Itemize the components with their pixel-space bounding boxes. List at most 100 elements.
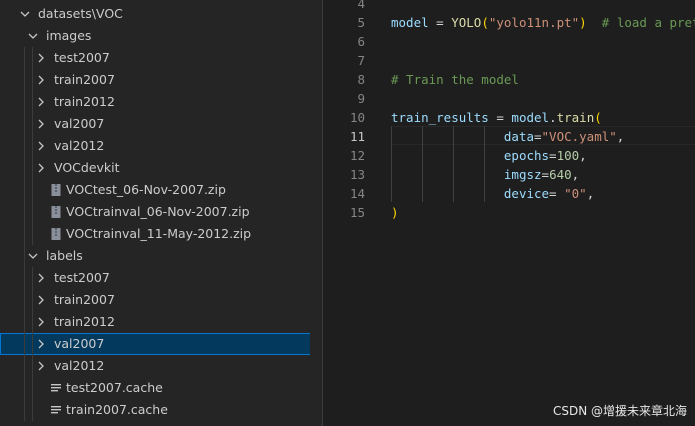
- chevron-down-icon[interactable]: [26, 249, 40, 263]
- code-token: ): [391, 205, 399, 220]
- line-number: 11: [349, 129, 365, 144]
- code-token: =: [488, 110, 512, 125]
- line-number: 13: [349, 167, 365, 182]
- tree-item-label: train2007: [54, 72, 115, 87]
- code-editor[interactable]: 4 5 model = YOLO("yolo11n.pt") # load a pr…: [323, 0, 695, 426]
- explorer-panel: datasets\VOC images test2007 train2007 train…: [0, 0, 322, 426]
- line-number: 9: [357, 91, 365, 106]
- code-token: =: [428, 15, 452, 30]
- tree-item-file[interactable]: train2007.cache: [0, 399, 322, 421]
- tree-item-folder[interactable]: labels: [0, 245, 322, 267]
- chevron-right-icon[interactable]: [34, 73, 48, 87]
- tree-item-label: VOCtrainval_06-Nov-2007.zip: [66, 204, 250, 219]
- code-token: =: [541, 167, 550, 182]
- line-number: 4: [357, 0, 365, 11]
- code-token: train: [556, 110, 595, 125]
- tree-item-file[interactable]: VOCtest_06-Nov-2007.zip: [0, 179, 322, 201]
- tree-item-folder[interactable]: train2012: [0, 311, 322, 333]
- line-number: 5: [357, 15, 365, 30]
- indent-guide: [24, 47, 25, 421]
- code-token: model: [511, 110, 550, 125]
- tree-item-folder[interactable]: val2012: [0, 355, 322, 377]
- code-token: =: [534, 129, 542, 144]
- code-line[interactable]: # Train the model: [391, 70, 519, 89]
- tree-item-folder[interactable]: VOCdevkit: [0, 157, 322, 179]
- code-token: "0": [564, 186, 587, 201]
- code-line[interactable]: ): [391, 203, 399, 222]
- panel-splitter[interactable]: [310, 0, 322, 426]
- tree-item-folder[interactable]: datasets\VOC: [0, 3, 322, 25]
- chevron-right-icon[interactable]: [34, 139, 48, 153]
- tree-item-label: images: [46, 28, 92, 43]
- tree-item-folder[interactable]: test2007: [0, 47, 322, 69]
- code-line[interactable]: data="VOC.yaml",: [391, 127, 624, 146]
- tree-item-label: train2007: [54, 292, 115, 307]
- tree-item-folder[interactable]: val2007: [0, 113, 322, 135]
- chevron-right-icon[interactable]: [34, 95, 48, 109]
- tree-item-folder[interactable]: val2007: [0, 333, 322, 355]
- code-token: # Train the model: [391, 72, 519, 87]
- code-token: 640: [549, 167, 572, 182]
- watermark: CSDN @增援未来章北海: [552, 404, 687, 418]
- line-number: 6: [357, 34, 365, 49]
- tree-item-folder[interactable]: val2012: [0, 135, 322, 157]
- zip-file-icon: [50, 183, 62, 197]
- code-line[interactable]: imgsz=640,: [391, 165, 579, 184]
- tree-item-label: train2007.cache: [66, 402, 168, 417]
- code-token: =: [549, 148, 557, 163]
- indent-guide: [32, 267, 33, 421]
- code-token: ,: [579, 148, 587, 163]
- code-line[interactable]: train_results = model.train(: [391, 108, 602, 127]
- tree-item-label: datasets\VOC: [38, 6, 123, 21]
- chevron-right-icon[interactable]: [34, 117, 48, 131]
- tree-item-folder[interactable]: test2007: [0, 267, 322, 289]
- indent-guide: [484, 126, 485, 202]
- zip-file-icon: [50, 227, 62, 241]
- code-token: "yolo11n.pt": [488, 15, 580, 30]
- indent-guide: [453, 126, 454, 202]
- tree-item-label: test2007.cache: [66, 380, 163, 395]
- tree-item-folder[interactable]: train2012: [0, 91, 322, 113]
- tree-item-file[interactable]: VOCtrainval_06-Nov-2007.zip: [0, 201, 322, 223]
- code-token: ): [579, 15, 587, 30]
- chevron-down-icon[interactable]: [26, 29, 40, 43]
- code-token: # load a pretrained model: [601, 15, 695, 30]
- code-token: model: [391, 15, 429, 30]
- chevron-right-icon[interactable]: [34, 359, 48, 373]
- tree-item-folder[interactable]: train2007: [0, 69, 322, 91]
- tree-item-label: labels: [46, 248, 83, 263]
- code-token: 100: [556, 148, 580, 163]
- chevron-down-icon[interactable]: [18, 7, 32, 21]
- tree-item-file[interactable]: test2007.cache: [0, 377, 322, 399]
- code-token: imgsz: [503, 167, 542, 182]
- line-number: 12: [349, 148, 365, 163]
- lines-file-icon: [50, 403, 62, 417]
- code-line[interactable]: model = YOLO("yolo11n.pt") # load a pret…: [391, 13, 695, 32]
- code-token: YOLO: [451, 15, 482, 30]
- code-token: .: [549, 110, 557, 125]
- code-token: device: [503, 186, 550, 201]
- indent-guide: [422, 126, 423, 202]
- chevron-right-icon[interactable]: [34, 271, 48, 285]
- chevron-right-icon[interactable]: [34, 293, 48, 307]
- code-token: (: [481, 15, 489, 30]
- tree-item-label: test2007: [54, 270, 110, 285]
- code-token: train_results: [391, 110, 489, 125]
- line-number: 14: [349, 186, 365, 201]
- code-line[interactable]: epochs=100,: [391, 146, 587, 165]
- chevron-right-icon[interactable]: [34, 51, 48, 65]
- chevron-right-icon[interactable]: [34, 337, 48, 351]
- code-token: data: [503, 129, 534, 144]
- chevron-right-icon[interactable]: [34, 315, 48, 329]
- tree-item-folder[interactable]: train2007: [0, 289, 322, 311]
- tree-item-label: val2007: [54, 116, 105, 131]
- tree-item-file[interactable]: VOCtrainval_11-May-2012.zip: [0, 223, 322, 245]
- tree-item-folder[interactable]: images: [0, 25, 322, 47]
- chevron-right-icon[interactable]: [34, 161, 48, 175]
- code-token: ,: [616, 129, 625, 144]
